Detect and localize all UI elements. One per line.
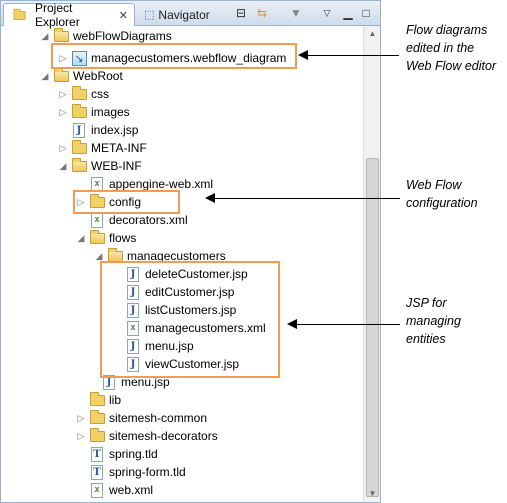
collapse-arrow-icon[interactable]: ◢ xyxy=(75,233,87,244)
tree-item-label: sitemesh-common xyxy=(109,411,208,425)
jsp-file-icon: J xyxy=(71,122,87,138)
xml-file-icon: x xyxy=(89,482,105,498)
tree-item-label: decorators.xml xyxy=(109,213,188,227)
tree-item-label: lib xyxy=(109,393,122,407)
arrow-head-icon xyxy=(287,319,297,329)
callout-jsp: JSP for managing entities xyxy=(406,296,461,346)
folder-open-icon xyxy=(89,229,105,246)
scrollbar-thumb[interactable] xyxy=(366,158,379,497)
xml-file-icon: x xyxy=(89,212,105,228)
close-tab-icon[interactable]: ✕ xyxy=(119,9,128,22)
project-explorer-panel: Project Explorer ✕ ⬚ Navigator ⊟ ⇆ ▼ ▽ ▁… xyxy=(0,0,381,503)
tree-item-images[interactable]: ▷ images xyxy=(57,103,130,121)
project-explorer-icon xyxy=(12,7,27,23)
tree-item-label: sitemesh-decorators xyxy=(109,429,218,443)
tree-item-spring-tld[interactable]: T spring.tld xyxy=(75,445,158,463)
folder-icon xyxy=(89,409,105,426)
expand-arrow-icon[interactable]: ▷ xyxy=(57,143,69,154)
filter-icon[interactable]: ▼ xyxy=(288,6,304,21)
tree-item-label: css xyxy=(91,87,109,101)
expand-arrow-icon[interactable]: ▷ xyxy=(75,431,87,442)
tree-item-label: WEB-INF xyxy=(91,159,142,173)
collapse-arrow-icon[interactable]: ◢ xyxy=(39,31,51,42)
link-with-editor-icon[interactable]: ⇆ xyxy=(254,6,270,21)
highlight-box-jsp xyxy=(100,261,280,378)
scroll-down-icon[interactable]: ▼ xyxy=(364,486,380,502)
tree-item-web-inf[interactable]: ◢ WEB-INF xyxy=(57,157,142,175)
folder-icon xyxy=(89,427,105,444)
tree-item-webroot[interactable]: ◢ WebRoot xyxy=(39,67,123,85)
tab-navigator[interactable]: ⬚ Navigator xyxy=(138,3,230,26)
callout-flow-diagrams: Flow diagrams edited in the Web Flow edi… xyxy=(406,23,497,73)
collapse-arrow-icon[interactable]: ◢ xyxy=(93,251,105,262)
tree-item-css[interactable]: ▷ css xyxy=(57,85,109,103)
tree-item-label: web.xml xyxy=(109,483,154,497)
collapse-arrow-icon[interactable]: ◢ xyxy=(39,71,51,82)
tree-item-sitemesh-decorators[interactable]: ▷ sitemesh-decorators xyxy=(75,427,218,445)
tree-item-label: spring-form.tld xyxy=(109,465,186,479)
tree-item-label: index.jsp xyxy=(91,123,139,137)
expand-arrow-icon[interactable]: ▷ xyxy=(57,89,69,100)
tree-item-index-jsp[interactable]: J index.jsp xyxy=(57,121,138,139)
tree-item-label: webFlowDiagrams xyxy=(73,29,172,43)
tree-item-label: META-INF xyxy=(91,141,147,155)
tree-item-web-xml[interactable]: x web.xml xyxy=(75,481,153,499)
highlight-box-diagram xyxy=(51,43,297,69)
vertical-scrollbar[interactable]: ▲ ▼ xyxy=(363,26,380,502)
folder-icon xyxy=(71,139,87,156)
tree-item-meta-inf[interactable]: ▷ META-INF xyxy=(57,139,147,157)
arrow-line-diagram xyxy=(301,55,399,56)
tld-file-icon: T xyxy=(89,464,105,480)
folder-open-icon xyxy=(53,67,69,84)
folder-icon xyxy=(89,391,105,408)
minimize-icon[interactable]: ▁ xyxy=(340,6,356,21)
tree-item-label: flows xyxy=(109,231,137,245)
collapse-all-icon[interactable]: ⊟ xyxy=(233,6,249,21)
arrow-head-icon xyxy=(298,50,308,60)
folder-icon xyxy=(71,103,87,120)
tab-project-explorer[interactable]: Project Explorer ✕ xyxy=(3,1,135,29)
arrow-line-config xyxy=(210,198,400,199)
collapse-arrow-icon[interactable]: ◢ xyxy=(57,161,69,172)
callout-web-flow-config: Web Flow configuration xyxy=(406,178,478,210)
view-tab-bar: Project Explorer ✕ ⬚ Navigator ⊟ ⇆ ▼ ▽ ▁… xyxy=(1,1,380,29)
folder-icon xyxy=(71,85,87,102)
view-menu-icon[interactable]: ▽ xyxy=(319,6,335,21)
highlight-box-config xyxy=(73,190,180,214)
arrow-line-jsp xyxy=(292,324,400,325)
tree-item-sitemesh-common[interactable]: ▷ sitemesh-common xyxy=(75,409,207,427)
arrow-head-icon xyxy=(205,193,215,203)
tree-item-spring-form-tld[interactable]: T spring-form.tld xyxy=(75,463,186,481)
tab-project-explorer-label: Project Explorer xyxy=(35,1,80,29)
tree-item-label: images xyxy=(91,105,130,119)
tree-item-label: WebRoot xyxy=(73,69,123,83)
tab-navigator-label: Navigator xyxy=(158,7,210,22)
tree-item-label: appengine-web.xml xyxy=(109,177,214,191)
maximize-icon[interactable]: □ xyxy=(358,6,374,21)
tree-item-label: spring.tld xyxy=(109,447,158,461)
folder-open-icon xyxy=(53,27,69,44)
navigator-icon: ⬚ xyxy=(144,9,155,21)
scroll-up-icon[interactable]: ▲ xyxy=(364,26,380,42)
expand-arrow-icon[interactable]: ▷ xyxy=(75,413,87,424)
tree-item-lib[interactable]: lib xyxy=(75,391,121,409)
tld-file-icon: T xyxy=(89,446,105,462)
folder-open-icon xyxy=(71,157,87,174)
tree-item-flows[interactable]: ◢ flows xyxy=(75,229,136,247)
expand-arrow-icon[interactable]: ▷ xyxy=(57,107,69,118)
